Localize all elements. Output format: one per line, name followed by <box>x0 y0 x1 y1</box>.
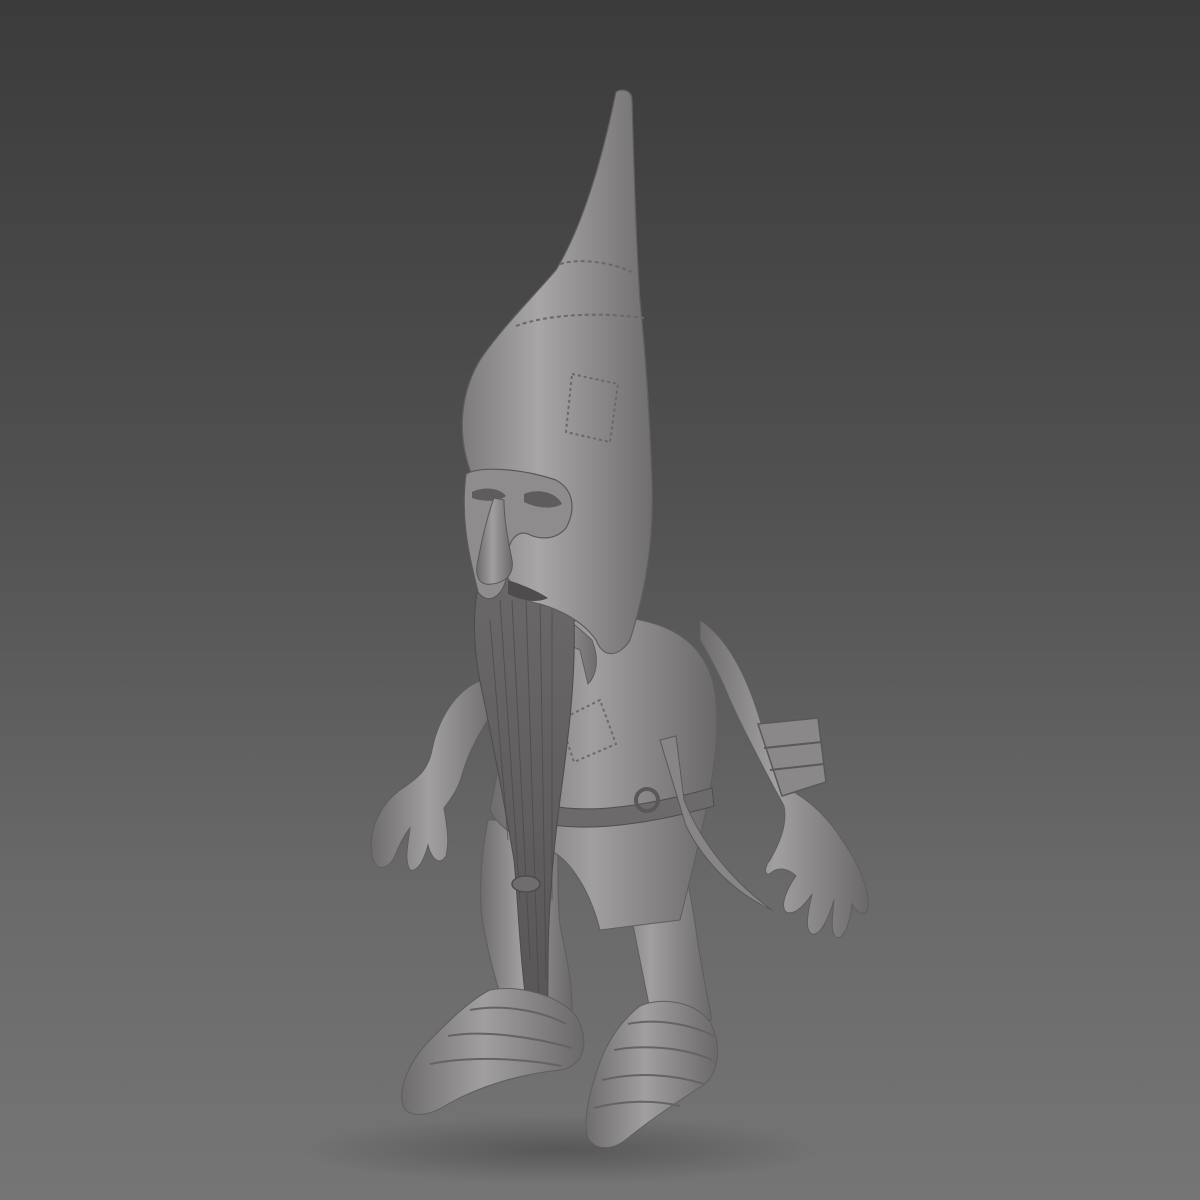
ground-shadow <box>300 1116 820 1184</box>
gnome-sculpt <box>300 89 869 1184</box>
beard-tie <box>511 875 541 893</box>
left-arm <box>370 679 501 871</box>
viewport <box>0 0 1200 1200</box>
